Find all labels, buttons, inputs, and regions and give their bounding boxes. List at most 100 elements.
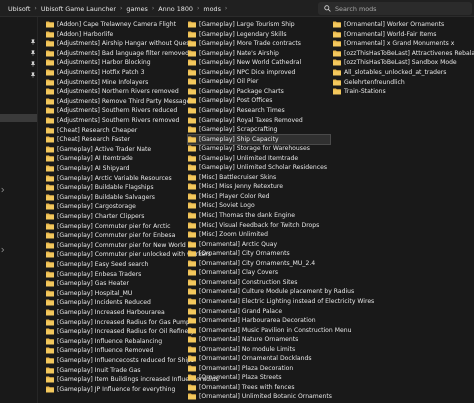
folder-item[interactable]: [Addon] Cape Trelawney Camera Flight [46,20,176,29]
folder-item[interactable]: [Gameplay] Nate's Airship [188,49,279,58]
chevron-right-icon[interactable]: › [223,5,229,12]
folder-item[interactable]: [Gameplay] Large Tourism Ship [188,20,295,29]
folder-item[interactable]: [Gameplay] Unlimited Scholar Residences [188,163,327,172]
folder-item[interactable]: [Gameplay] JP Influence for everything [46,385,175,394]
folder-item[interactable]: [Adjustments] Southern Rivers removed [46,116,179,125]
folder-item[interactable]: [Gameplay] Inuit Trade Gas [46,366,141,375]
breadcrumb-item[interactable]: games [124,5,149,13]
folder-name: [Ornamental] Construction Sites [199,278,298,286]
folder-item[interactable]: [Ornamental] Arctic Quay [188,240,277,249]
folder-item[interactable]: [Gameplay] Influencecosts reduced for Sh… [46,356,194,365]
folder-item[interactable]: Train-Stations [333,87,386,96]
folder-item[interactable]: [Ornamental] Culture Module placement by… [188,287,354,296]
folder-item[interactable]: [Misc] Player Color Red [188,192,270,201]
folder-item[interactable]: [ozzThisHasToBeLast] Sandbox Mode [333,58,457,67]
chevron-right-icon[interactable] [1,247,5,253]
breadcrumb-item[interactable]: Ubisoft [6,5,32,13]
folder-item[interactable]: [Gameplay] More Trade contracts [188,39,301,48]
folder-item[interactable]: [Adjustments] Remove Third Party Message… [46,97,193,106]
breadcrumb-item[interactable]: Anno 1800 [156,5,195,13]
search-box[interactable] [318,2,472,15]
folder-item[interactable]: [Gameplay] Increased Radius for Gas Pump [46,318,190,327]
folder-item[interactable]: [Ornamental] Music Pavilion in Construct… [188,326,351,335]
folder-item[interactable]: [Gameplay] Research Times [188,106,285,115]
folder-item[interactable]: [Adjustments] Harbor Blocking [46,58,151,67]
folder-item[interactable]: [Gameplay] Incidents Reduced [46,298,151,307]
folder-item[interactable]: [Gameplay] Commuter pier for New World [46,241,186,250]
folder-item[interactable]: [Ornamental] Unlimited Botanic Ornaments [188,392,332,401]
folder-item[interactable]: [Gameplay] Scrapcrafting [188,125,278,134]
folder-item[interactable]: [Gameplay] Influence Removed [46,346,153,355]
folder-item[interactable]: [Gameplay] Commuter pier unlocked with w… [46,250,211,259]
folder-item[interactable]: [Ornamental] Grand Palace [188,307,282,316]
breadcrumb-item[interactable]: Ubisoft Game Launcher [39,5,118,13]
folder-item[interactable]: [Gameplay] Ship Capacity [187,133,331,145]
folder-item[interactable]: [Ornamental] x Grand Monuments x [333,39,454,48]
folder-item[interactable]: [Gameplay] Storage for Warehouses [188,144,310,153]
folder-name: [Ornamental] No module Limits [199,345,296,353]
folder-item[interactable]: [Addon] Harborlife [46,30,113,39]
folder-item[interactable]: [Adjustments] Airship Hangar without Que… [46,39,192,48]
folder-item[interactable]: [Ornamental] Plaza Streets [188,373,282,382]
folder-item[interactable]: [Gameplay] Royal Taxes Removed [188,116,303,125]
chevron-right-icon[interactable] [1,187,5,193]
folder-item[interactable]: [Gameplay] Oil Pier [188,77,258,86]
folder-item[interactable]: [Ornamental] Construction Sites [188,278,297,287]
folder-item[interactable]: [Cheat] Research Faster [46,135,130,144]
folder-item[interactable]: [Gameplay] Unlimited Itemtrade [188,154,298,163]
folder-item[interactable]: [Gameplay] Hospital_MU [46,289,132,298]
folder-item[interactable]: [Gameplay] Gas Heater [46,279,129,288]
folder-item[interactable]: [Gameplay] Arctic Variable Resources [46,174,172,183]
folder-item[interactable]: [Gameplay] Cargostorage [46,202,136,211]
folder-item[interactable]: [Misc] Visual Feedback for Twitch Drops [188,221,319,230]
folder-item[interactable]: [Misc] Thomas the dank Engine [188,211,295,220]
folder-item[interactable]: [Ornamental] Electric Lighting instead o… [188,297,374,306]
folder-item[interactable]: [Gameplay] Enbesa Traders [46,270,141,279]
folder-item[interactable]: [Adjustments] Mine Infolayers [46,78,148,87]
folder-item[interactable]: [Gameplay] Commuter pier for Arctic [46,222,170,231]
folder-item[interactable]: All_slotables_unlocked_at_traders [333,68,446,77]
folder-item[interactable]: [Misc] Zoom Unlimited [188,230,268,239]
folder-item[interactable]: [Gameplay] Influence Rebalancing [46,337,162,346]
folder-item[interactable]: [Ornamental] Ornamental Docklands [188,354,312,363]
folder-item[interactable]: [Gameplay] AI Shipyard [46,164,130,173]
folder-item[interactable]: [Ornamental] Plaza Decoration [188,364,293,373]
folder-item[interactable]: [Adjustments] Northern Rivers removed [46,87,179,96]
folder-item[interactable]: [Ornamental] World-Fair Items [333,30,436,39]
folder-item[interactable]: [Ornamental] No module Limits [188,345,295,354]
navigation-pane[interactable] [0,17,38,403]
folder-item[interactable]: [Gameplay] Easy Seed search [46,260,148,269]
folder-item[interactable]: [ozzThisHasToBeLast] Attractivenes Rebal… [333,49,474,58]
folder-item[interactable]: [Ornamental] Worker Ornaments [333,20,444,29]
folder-item[interactable]: [Adjustments] Bad language filter remove… [46,49,189,58]
folder-item[interactable]: [Gameplay] Active Trader Nate [46,145,151,154]
folder-item[interactable]: [Gameplay] Post Offices [188,96,272,105]
folder-item[interactable]: [Ornamental] Harbourarea Decoration [188,316,316,325]
folder-item[interactable]: [Ornamental] City Ornaments_MU_2.4 [188,259,315,268]
folder-item[interactable]: [Gameplay] Package Charts [188,87,284,96]
folder-item[interactable]: Gelehrtenfreundlich [333,78,405,87]
folder-item[interactable]: [Gameplay] Increased Harbourarea [46,308,165,317]
folder-item[interactable]: [Gameplay] AI Itemtrade [46,154,133,163]
folder-item[interactable]: [Ornamental] Nature Ornaments [188,335,298,344]
folder-item[interactable]: [Misc] Miss Jenny Retexture [188,182,283,191]
folder-item[interactable]: [Ornamental] City Ornaments [188,249,290,258]
folder-item[interactable]: [Gameplay] Buildable Salvagers [46,193,155,202]
folder-item[interactable]: [Ornamental] Trees with fences [188,383,295,392]
folder-item[interactable]: [Gameplay] Commuter pier for Enbesa [46,231,175,240]
search-input[interactable] [335,4,465,13]
folder-item[interactable]: [Gameplay] Increased Radius for Oil Refi… [46,327,194,336]
folder-item[interactable]: [Gameplay] New World Cathedral [188,58,301,67]
folder-item[interactable]: [Ornamental] Clay Covers [188,268,278,277]
folder-item[interactable]: [Cheat] Research Cheaper [46,126,137,135]
folder-item[interactable]: [Adjustments] Hotfix Patch 3 [46,68,144,77]
folder-item[interactable]: [Gameplay] Legendary Skills [188,30,287,39]
folder-item[interactable]: [Misc] Battlecruiser Skins [188,173,276,182]
folder-item[interactable]: [Gameplay] Charter Clippers [46,212,144,221]
folder-item[interactable]: [Gameplay] NPC Dice improved [188,68,295,77]
nav-selected-row[interactable] [0,114,37,122]
folder-item[interactable]: [Gameplay] Buildable Flagships [46,183,154,192]
folder-item[interactable]: [Misc] Soviet Logo [188,201,255,210]
folder-item[interactable]: [Adjustments] Southern Rivers reduced [46,106,177,115]
breadcrumb-item[interactable]: mods [201,5,223,13]
